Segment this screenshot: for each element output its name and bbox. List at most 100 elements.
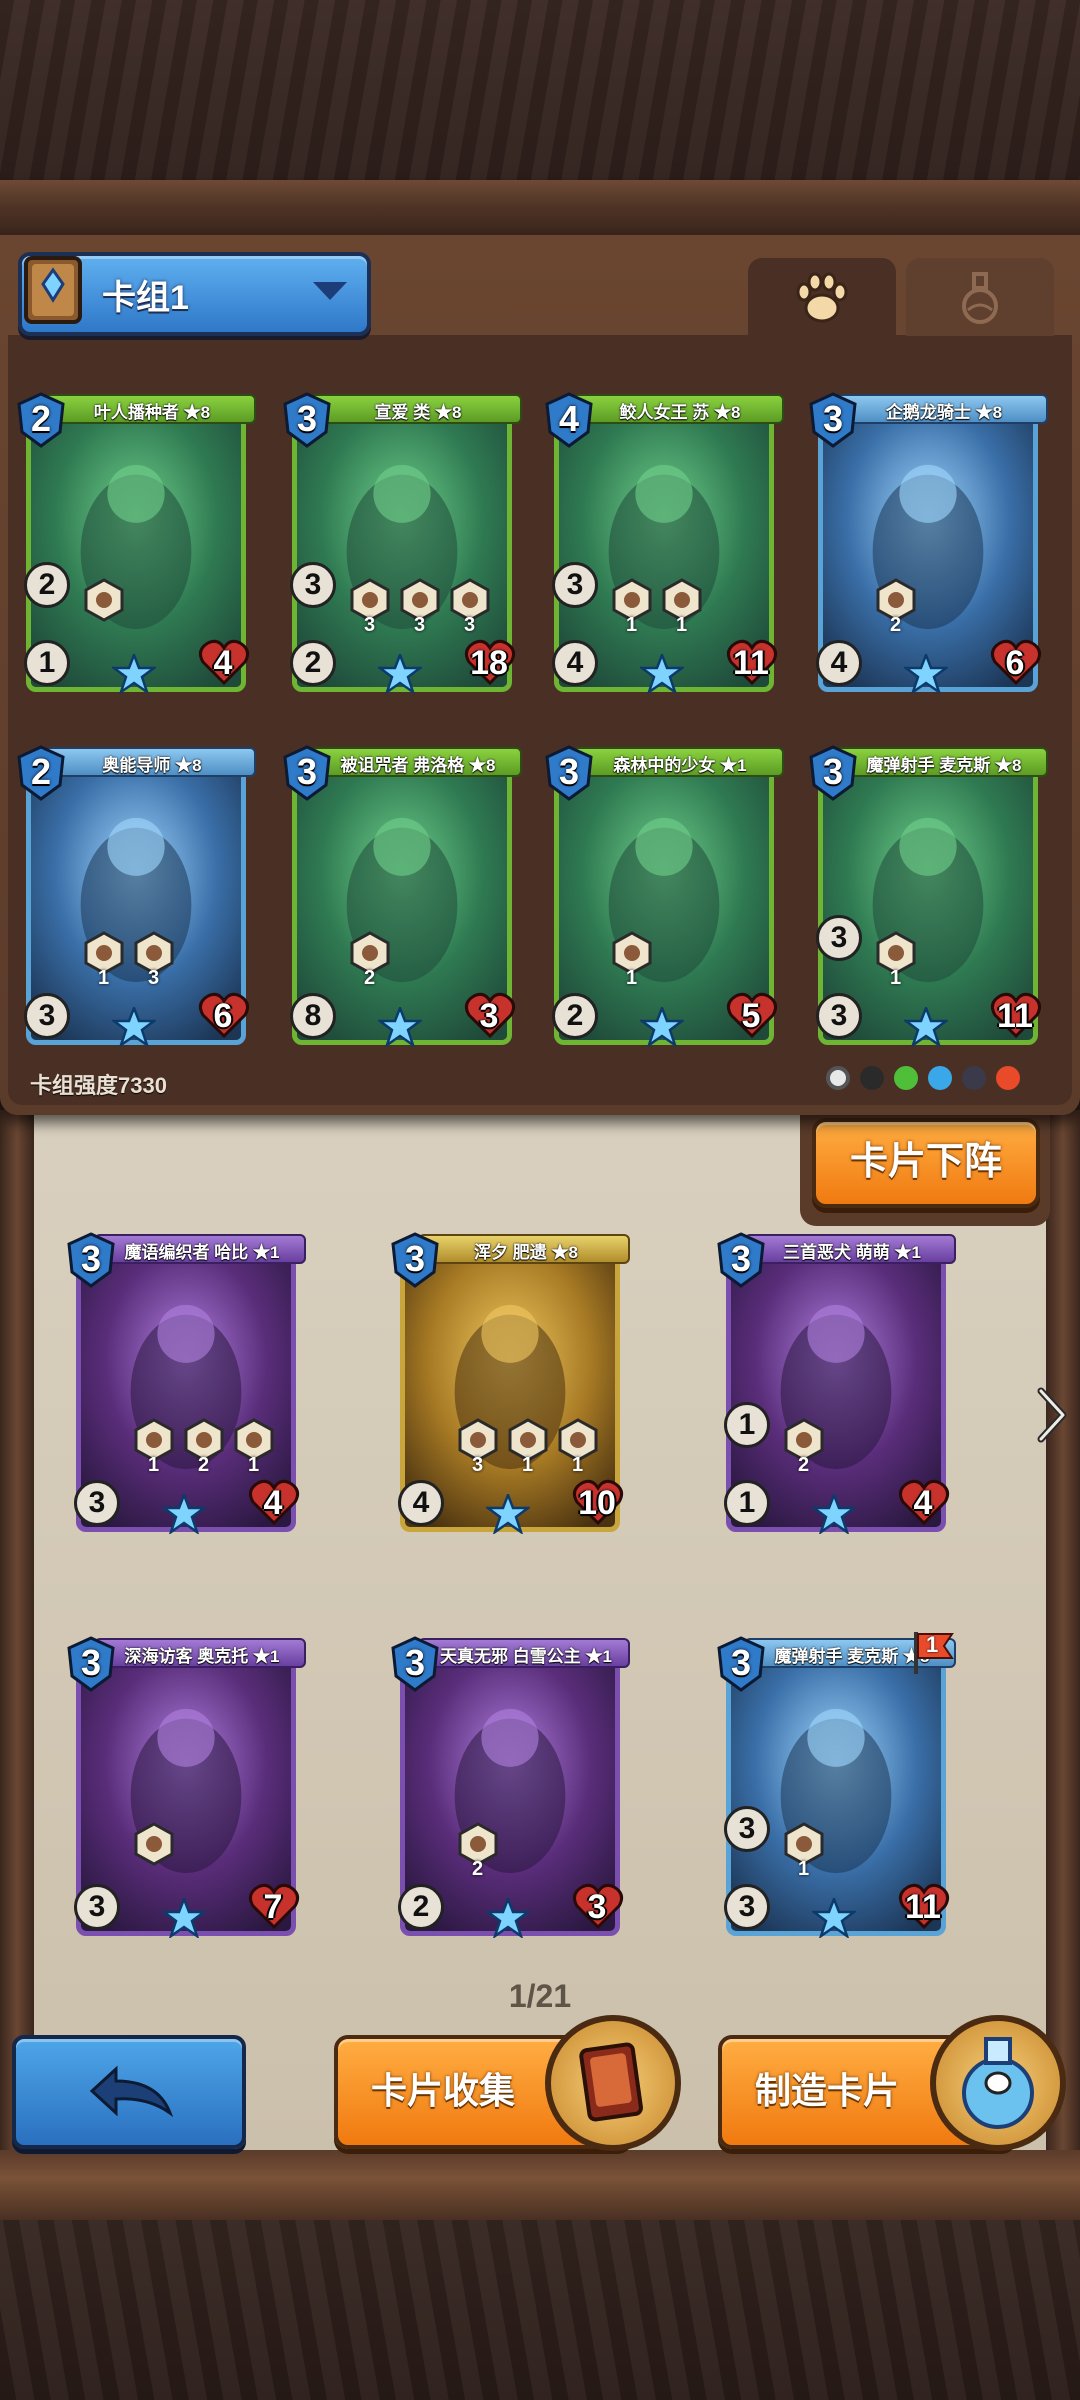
unassign-card-button[interactable]: 卡片下阵 bbox=[812, 1118, 1040, 1208]
card-health: 4 bbox=[213, 644, 233, 682]
card[interactable]: 宣爱 类 ★8 3 3 3 3 3 2 18 bbox=[282, 392, 522, 696]
card-title: 被诅咒者 弗洛格 ★8 bbox=[340, 756, 496, 775]
filter-white-icon[interactable] bbox=[826, 1066, 850, 1090]
card-health: 5 bbox=[741, 997, 761, 1035]
ability-count: 2 bbox=[198, 1454, 210, 1476]
deck-selector[interactable]: 卡组1 bbox=[18, 252, 371, 336]
ability-hex-icon: 2 bbox=[458, 1822, 498, 1880]
ability-hex-icon: 1 bbox=[612, 578, 652, 636]
card-speed: 1 bbox=[724, 1402, 770, 1448]
card-health: 6 bbox=[1005, 644, 1025, 682]
ability-hex-icon: 1 bbox=[662, 578, 702, 636]
health-heart-icon: 7 bbox=[248, 1882, 300, 1930]
mana-cost-shield-icon: 3 bbox=[282, 745, 332, 801]
ability-hex-icon: 1 bbox=[134, 1418, 174, 1476]
health-heart-icon: 11 bbox=[726, 638, 778, 686]
card-health: 4 bbox=[263, 1484, 283, 1522]
card[interactable]: 森林中的少女 ★1 3 1 2 5 bbox=[544, 745, 784, 1049]
deck-strength: 卡组强度7330 bbox=[30, 1073, 167, 1098]
filter-black-icon[interactable] bbox=[860, 1066, 884, 1090]
rarity-star-gem-icon bbox=[638, 651, 686, 696]
filter-green-icon[interactable] bbox=[894, 1066, 918, 1090]
ability-count: 3 bbox=[472, 1454, 484, 1476]
mana-cost-shield-icon: 3 bbox=[282, 392, 332, 448]
card-speed: 3 bbox=[724, 1806, 770, 1852]
page-indicator: 1/21 bbox=[508, 1978, 572, 2014]
rarity-star-gem-icon bbox=[160, 1491, 208, 1536]
filter-blue-icon[interactable] bbox=[928, 1066, 952, 1090]
ability-count: 2 bbox=[364, 967, 376, 989]
back-arrow-icon bbox=[89, 2065, 174, 2118]
card-attack: 4 bbox=[816, 640, 862, 686]
card-title: 浑夕 肥遗 ★8 bbox=[474, 1243, 578, 1262]
ability-count: 2 bbox=[890, 614, 902, 636]
tab-pets[interactable] bbox=[748, 258, 896, 336]
rarity-star-gem-icon bbox=[810, 1491, 858, 1536]
ability-count: 1 bbox=[626, 967, 638, 989]
card-cost: 3 bbox=[558, 751, 580, 792]
ability-hex-icon: 2 bbox=[876, 578, 916, 636]
card-attack: 2 bbox=[290, 640, 336, 686]
card[interactable]: 魔语编织者 哈比 ★1 3 1 2 1 3 4 bbox=[66, 1232, 306, 1536]
card[interactable]: 叶人播种者 ★8 2 2 1 4 bbox=[16, 392, 256, 696]
card-attack: 3 bbox=[74, 1480, 120, 1526]
ability-count: 1 bbox=[626, 614, 638, 636]
health-heart-icon: 5 bbox=[726, 991, 778, 1039]
card-title: 魔语编织者 哈比 ★1 bbox=[124, 1243, 280, 1262]
ability-hex-icon: 1 bbox=[612, 931, 652, 989]
flag-count: 1 bbox=[926, 1632, 939, 1657]
card[interactable]: 被诅咒者 弗洛格 ★8 3 2 8 3 bbox=[282, 745, 522, 1049]
card[interactable]: 企鹅龙骑士 ★8 3 2 4 6 bbox=[808, 392, 1048, 696]
card-title: 森林中的少女 ★1 bbox=[613, 756, 747, 775]
card-attack: 1 bbox=[724, 1480, 770, 1526]
card-title: 鲛人女王 苏 ★8 bbox=[619, 403, 741, 422]
card-speed: 3 bbox=[816, 915, 862, 961]
rarity-star-gem-icon bbox=[376, 651, 424, 696]
ability-hex-icon: 2 bbox=[184, 1418, 224, 1476]
rarity-star-gem-icon bbox=[484, 1895, 532, 1940]
mana-cost-shield-icon: 3 bbox=[66, 1232, 116, 1288]
mana-cost-shield-icon: 2 bbox=[16, 745, 66, 801]
card-health: 11 bbox=[997, 997, 1033, 1035]
card[interactable]: 浑夕 肥遗 ★8 3 3 1 1 4 10 bbox=[390, 1232, 630, 1536]
rarity-star-gem-icon bbox=[110, 651, 158, 696]
card-collection-label: 卡片收集 bbox=[370, 2070, 515, 2111]
card-collection-badge-icon[interactable] bbox=[545, 2015, 681, 2151]
card-health: 3 bbox=[587, 1888, 607, 1926]
ability-count: 3 bbox=[364, 614, 376, 636]
card-title: 魔弹射手 麦克斯 ★8 bbox=[866, 756, 1022, 775]
element-filter-bar bbox=[826, 1066, 1030, 1096]
card[interactable]: 天真无邪 白雪公主 ★1 3 2 2 3 bbox=[390, 1636, 630, 1940]
ability-count: 3 bbox=[414, 614, 426, 636]
tab-potions[interactable] bbox=[906, 258, 1054, 336]
card[interactable]: 鲛人女王 苏 ★8 4 1 1 3 4 11 bbox=[544, 392, 784, 696]
health-heart-icon: 3 bbox=[572, 1882, 624, 1930]
card-cost: 3 bbox=[404, 1642, 426, 1683]
card-cost: 3 bbox=[730, 1238, 752, 1279]
craft-card-badge-icon[interactable] bbox=[930, 2015, 1066, 2151]
filter-dark-icon[interactable] bbox=[962, 1066, 986, 1090]
ability-count: 1 bbox=[522, 1454, 534, 1476]
ability-hex-icon bbox=[84, 578, 124, 622]
card-cost: 3 bbox=[296, 398, 318, 439]
mana-cost-shield-icon: 3 bbox=[716, 1232, 766, 1288]
ability-count: 1 bbox=[572, 1454, 584, 1476]
mana-cost-shield-icon: 3 bbox=[390, 1636, 440, 1692]
rarity-star-gem-icon bbox=[902, 651, 950, 696]
ability-count: 1 bbox=[98, 967, 110, 989]
back-button[interactable] bbox=[12, 2035, 246, 2149]
card[interactable]: 魔弹射手 麦克斯 ★8 3 1 3 3 11 1 bbox=[716, 1632, 956, 1940]
card[interactable]: 魔弹射手 麦克斯 ★8 3 1 3 3 11 bbox=[808, 745, 1048, 1049]
ability-hex-icon: 1 bbox=[876, 931, 916, 989]
card-health: 18 bbox=[470, 644, 508, 682]
filter-red-icon[interactable] bbox=[996, 1066, 1020, 1090]
card[interactable]: 三首恶犬 萌萌 ★1 3 2 1 1 4 bbox=[716, 1232, 956, 1536]
card[interactable]: 奥能导师 ★8 2 1 3 3 6 bbox=[16, 745, 256, 1049]
ability-count: 1 bbox=[890, 967, 902, 989]
card-cost: 3 bbox=[80, 1238, 102, 1279]
next-page-arrow-icon[interactable] bbox=[1035, 1385, 1069, 1445]
card-attack: 2 bbox=[552, 993, 598, 1039]
card[interactable]: 深海访客 奥克托 ★1 3 3 7 bbox=[66, 1636, 306, 1940]
card-title: 奥能导师 ★8 bbox=[102, 756, 202, 775]
card-cost: 2 bbox=[30, 398, 52, 439]
